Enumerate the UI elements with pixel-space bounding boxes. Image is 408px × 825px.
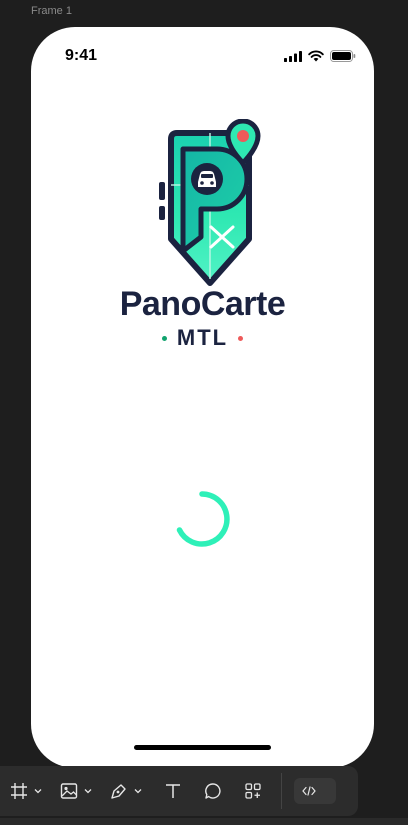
image-icon [59, 781, 79, 801]
design-canvas: Frame 1 9:41 PanoCarte MTL [0, 0, 408, 825]
figma-toolbar [0, 766, 358, 816]
pen-icon [109, 781, 129, 801]
chevron-down-icon[interactable] [83, 786, 93, 796]
green-dot [161, 335, 167, 341]
toolbar-divider [281, 773, 282, 809]
frame-label[interactable]: Frame 1 [31, 5, 72, 17]
status-time: 9:41 [65, 47, 98, 64]
bottom-strip [0, 818, 408, 825]
pen-tool[interactable] [109, 766, 143, 816]
status-icons [284, 50, 356, 62]
components-tool[interactable] [243, 766, 263, 816]
red-dot [238, 335, 244, 341]
code-icon [298, 781, 320, 801]
brand-tagline-row: MTL [31, 325, 374, 351]
dev-mode-toggle[interactable] [294, 778, 336, 804]
text-tool[interactable] [163, 766, 183, 816]
text-icon [163, 781, 183, 801]
hash-frame-icon [9, 781, 29, 801]
wifi-icon [308, 50, 324, 62]
chevron-down-icon[interactable] [33, 786, 43, 796]
comment-icon [203, 781, 223, 801]
brand-tagline: MTL [176, 325, 229, 350]
frame-tool[interactable] [9, 766, 43, 816]
phone-frame[interactable]: 9:41 PanoCarte MTL [31, 27, 374, 768]
comment-tool[interactable] [203, 766, 223, 816]
image-tool[interactable] [59, 766, 93, 816]
chevron-down-icon[interactable] [133, 786, 143, 796]
battery-icon [330, 50, 356, 62]
cellular-signal-icon [284, 50, 302, 62]
home-indicator [134, 745, 271, 750]
status-bar: 9:41 [31, 27, 374, 83]
loading-spinner [176, 491, 230, 547]
components-icon [243, 781, 263, 801]
brand-name: PanoCarte [119, 285, 286, 323]
